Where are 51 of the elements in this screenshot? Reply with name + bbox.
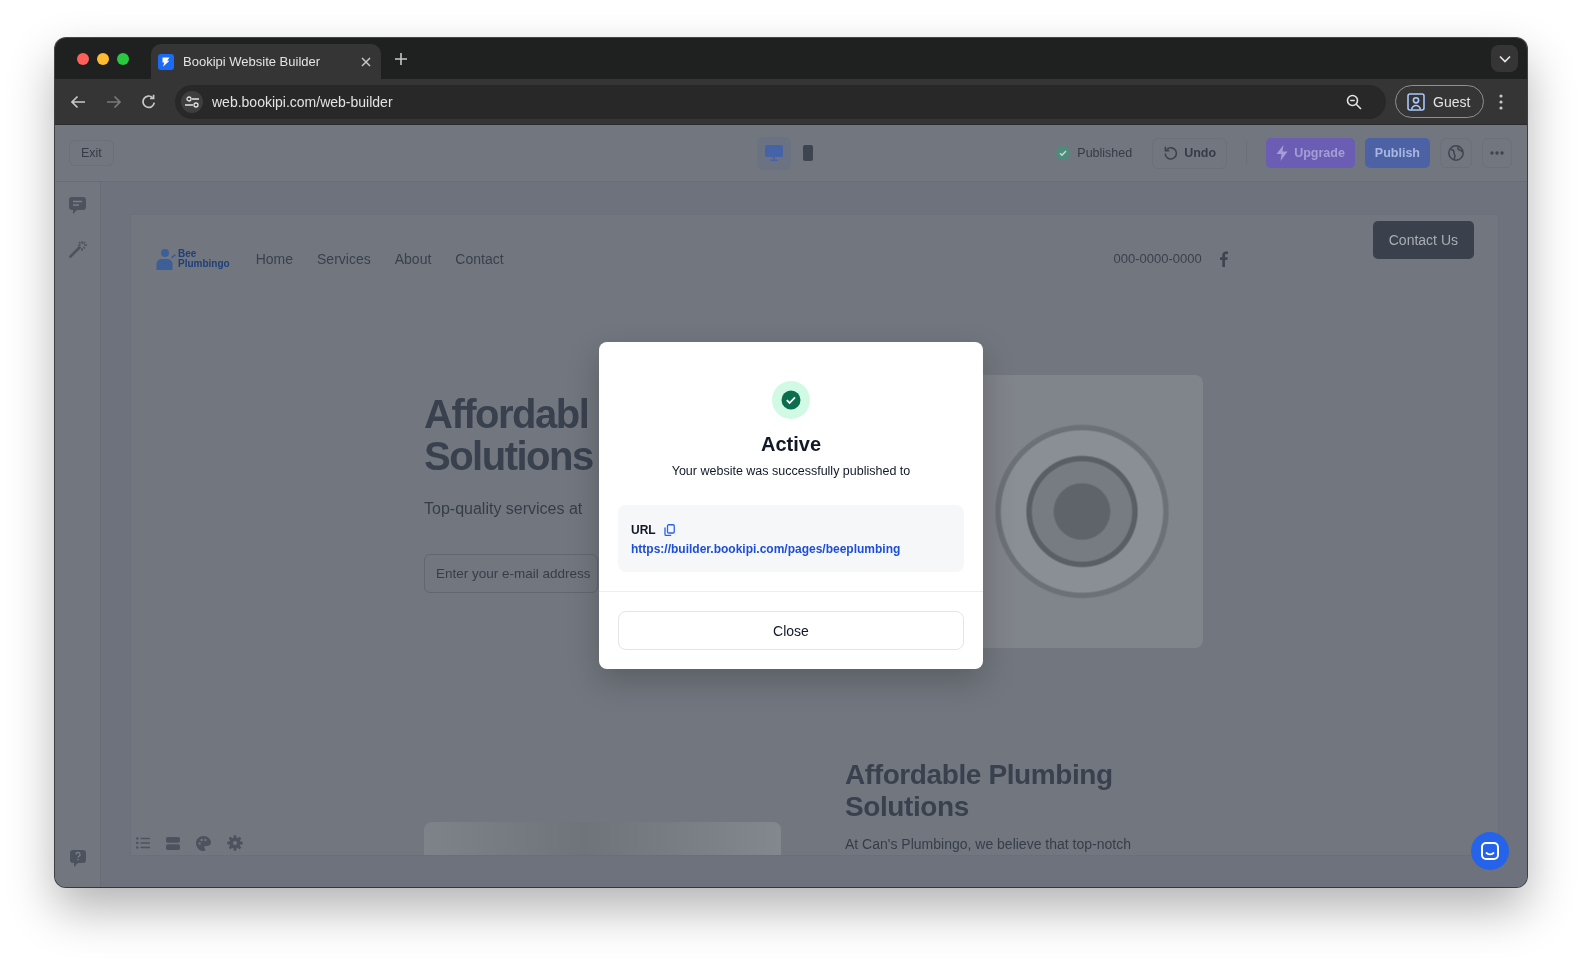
contact-us-button[interactable]: Contact Us [1372, 221, 1474, 259]
dots-icon [1490, 151, 1504, 155]
phone-icon [802, 145, 813, 161]
check-circle-icon [772, 381, 810, 419]
chat-launcher-button[interactable] [1471, 832, 1509, 870]
globe-icon [1448, 145, 1464, 161]
person-figure-icon [156, 248, 176, 270]
window-close-icon[interactable] [77, 52, 89, 65]
url-text[interactable]: web.bookipi.com/web-builder [212, 93, 1346, 110]
close-button[interactable]: Close [618, 611, 964, 650]
plus-icon[interactable] [394, 51, 408, 66]
more-icon[interactable] [1499, 93, 1504, 110]
zoom-out-icon[interactable] [1346, 93, 1362, 110]
phone-number: 000-0000-0000 [1113, 250, 1202, 268]
url-label: URL [631, 522, 656, 538]
tune-icon[interactable] [185, 95, 199, 108]
email-field[interactable]: Enter your e-mail address [424, 554, 598, 593]
section-text: At Can's Plumbingo, we believe that top-notch [845, 836, 1132, 852]
undo-button[interactable]: Undo [1152, 137, 1228, 169]
exit-button[interactable]: Exit [69, 140, 114, 166]
close-icon[interactable] [361, 56, 371, 67]
nav-link[interactable]: About [394, 248, 432, 270]
dialog-message: Your website was successfully published to [671, 463, 911, 479]
publish-status: Published [1077, 146, 1133, 160]
logo-icon [158, 53, 174, 70]
lightning-icon [1276, 145, 1289, 161]
nav-link[interactable]: Services [317, 248, 371, 270]
undo-icon [1163, 145, 1179, 161]
reload-icon[interactable] [141, 94, 156, 109]
window-maximize-icon[interactable] [117, 52, 129, 65]
nav-link[interactable]: Home [255, 248, 294, 270]
url-link[interactable]: https://builder.bookipi.com/pages/beeplumbing [631, 541, 901, 557]
upgrade-button[interactable]: Upgrade [1266, 138, 1355, 168]
hero-heading: Affordabl Solutions [424, 393, 593, 477]
browser-tab[interactable]: Bookipi Website Builder [151, 44, 381, 79]
window-minimize-icon[interactable] [97, 52, 109, 65]
back-arrow-icon[interactable] [70, 94, 86, 109]
publish-button[interactable]: Publish [1364, 138, 1430, 168]
copy-icon[interactable] [663, 524, 675, 536]
person-icon [1407, 92, 1425, 111]
chevron-down-icon [1498, 54, 1511, 63]
address-bar[interactable]: web.bookipi.com/web-builder [175, 84, 1386, 119]
dialog-title: Active [761, 432, 821, 456]
section-heading: Affordable Plumbing Solutions [845, 759, 1114, 823]
check-circle-icon [1056, 146, 1071, 160]
nav-link[interactable]: Contact [455, 248, 504, 270]
logo-text: Bee Plumbingo [178, 249, 230, 269]
tab-search-button[interactable] [1491, 45, 1518, 72]
chat-icon [1481, 842, 1499, 860]
monitor-icon [764, 145, 783, 161]
hero-subtitle: Top-quality services at [424, 499, 583, 519]
